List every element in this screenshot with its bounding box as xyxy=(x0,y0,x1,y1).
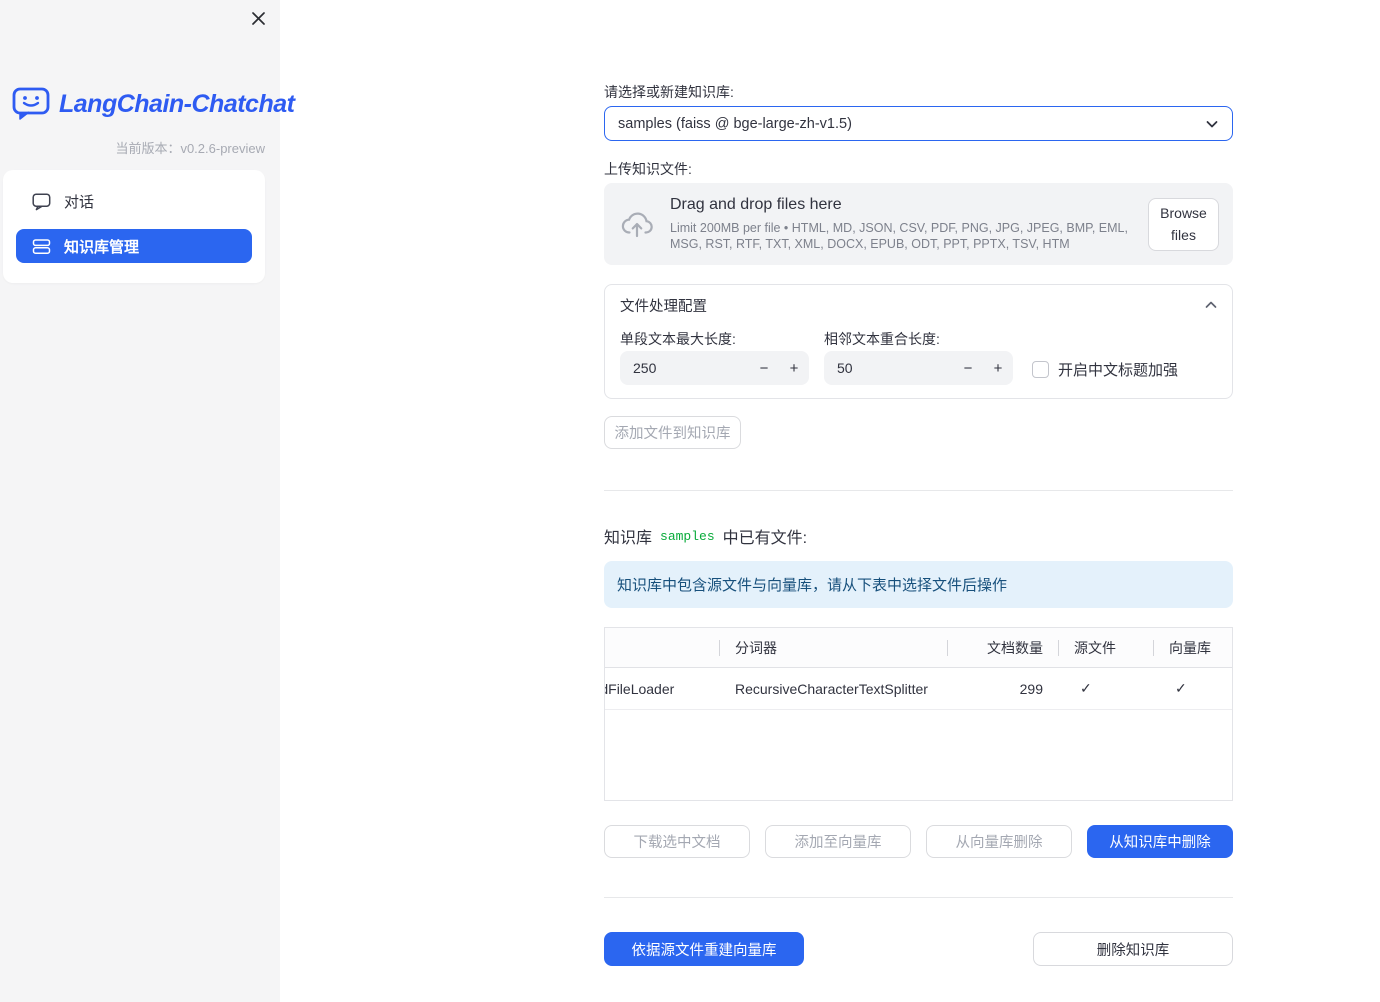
column-header-loader[interactable]: 文档加载器 xyxy=(605,628,720,667)
kb-name-code: samples xyxy=(660,528,715,544)
chunk-overlap-input: − + xyxy=(824,351,1013,385)
table-header-row: 文档加载器 分词器 文档数量 源文件 向量库 xyxy=(605,628,1232,668)
info-alert-text: 知识库中包含源文件与向量库，请从下表中选择文件后操作 xyxy=(617,577,1008,594)
delete-from-vector-store-button[interactable]: 从向量库删除 xyxy=(926,825,1072,858)
add-to-vector-store-button[interactable]: 添加至向量库 xyxy=(765,825,911,858)
column-header-vector-store[interactable]: 向量库 xyxy=(1154,628,1232,667)
kb-files-heading-suffix: 中已有文件: xyxy=(722,530,808,547)
chunk-overlap-label: 相邻文本重合长度: xyxy=(824,331,940,347)
zh-title-enhance-label: 开启中文标题加强 xyxy=(1058,362,1179,379)
cloud-upload-icon xyxy=(620,209,654,239)
app-logo: LangChain-Chatchat xyxy=(12,86,295,122)
chunk-overlap-plus-button[interactable]: + xyxy=(983,351,1013,385)
info-alert: 知识库中包含源文件与向量库，请从下表中选择文件后操作 xyxy=(604,561,1233,608)
zh-title-enhance-row[interactable]: 开启中文标题加强 xyxy=(1032,359,1178,380)
uploader-limit-text: Limit 200MB per file • HTML, MD, JSON, C… xyxy=(670,220,1128,251)
cell-vector-store-check: ✓ xyxy=(1175,680,1187,696)
sidebar: LangChain-Chatchat 当前版本：v0.2.6-preview 对… xyxy=(0,0,295,1002)
kb-files-table[interactable]: 文档加载器 分词器 文档数量 源文件 向量库 UnstructuredFileL… xyxy=(604,627,1233,801)
app-page: LangChain-Chatchat 当前版本：v0.2.6-preview 对… xyxy=(0,0,1380,1002)
column-header-docs-count[interactable]: 文档数量 xyxy=(948,628,1059,667)
close-icon xyxy=(251,11,266,26)
chevron-up-icon xyxy=(1204,298,1218,312)
stack-icon xyxy=(32,237,51,256)
column-header-splitter[interactable]: 分词器 xyxy=(720,628,948,667)
sidebar-menu: 对话 知识库管理 xyxy=(3,170,265,283)
version-label: 当前版本： xyxy=(115,141,181,156)
kb-select-value: samples (faiss @ bge-large-zh-v1.5) xyxy=(618,115,852,132)
cell-source-file-check: ✓ xyxy=(1080,680,1092,696)
uploader-texts: Drag and drop files here Limit 200MB per… xyxy=(670,196,1138,253)
chevron-down-icon xyxy=(1204,116,1220,132)
sidebar-close-button[interactable] xyxy=(244,4,272,32)
kb-select[interactable]: samples (faiss @ bge-large-zh-v1.5) xyxy=(604,106,1233,141)
file-uploader-dropzone[interactable]: Drag and drop files here Limit 200MB per… xyxy=(604,183,1233,265)
chunk-size-minus-button[interactable]: − xyxy=(749,351,779,385)
kb-files-heading: 知识库 samples 中已有文件: xyxy=(604,524,807,548)
divider xyxy=(604,490,1233,491)
cell-loader: UnstructuredFileLoader xyxy=(605,680,675,697)
app-title: LangChain-Chatchat xyxy=(59,89,295,118)
chunk-overlap-minus-button[interactable]: − xyxy=(953,351,983,385)
column-header-source-file[interactable]: 源文件 xyxy=(1059,628,1154,667)
chat-icon xyxy=(32,192,51,211)
table-row[interactable]: UnstructuredFileLoader RecursiveCharacte… xyxy=(605,668,1232,710)
file-config-expander-header[interactable]: 文件处理配置 xyxy=(605,285,1232,325)
cell-splitter: RecursiveCharacterTextSplitter xyxy=(735,680,928,697)
chat-bubble-logo-icon xyxy=(12,87,51,121)
chunk-overlap-value[interactable] xyxy=(824,360,953,376)
divider xyxy=(604,897,1233,898)
chunk-size-value[interactable] xyxy=(620,360,749,376)
delete-kb-button[interactable]: 删除知识库 xyxy=(1033,932,1233,966)
version-info: 当前版本：v0.2.6-preview xyxy=(0,138,265,157)
kb-files-heading-prefix: 知识库 xyxy=(604,530,653,547)
browse-files-button[interactable]: Browse files xyxy=(1148,197,1219,251)
cell-docs-count: 299 xyxy=(1019,680,1043,697)
version-value: v0.2.6-preview xyxy=(180,141,265,156)
file-config-title: 文件处理配置 xyxy=(620,298,707,315)
sidebar-item-label: 对话 xyxy=(64,193,95,211)
sidebar-item-knowledge-base[interactable]: 知识库管理 xyxy=(16,229,252,263)
kb-select-label: 请选择或新建知识库: xyxy=(604,84,734,100)
sidebar-item-label: 知识库管理 xyxy=(64,238,140,256)
sidebar-item-dialogue[interactable]: 对话 xyxy=(16,184,252,218)
upload-label: 上传知识文件: xyxy=(604,161,692,177)
chunk-size-label: 单段文本最大长度: xyxy=(620,331,736,347)
chunk-size-plus-button[interactable]: + xyxy=(779,351,809,385)
add-files-to-kb-button[interactable]: 添加文件到知识库 xyxy=(604,416,741,449)
delete-from-kb-button[interactable]: 从知识库中删除 xyxy=(1087,825,1233,858)
chunk-size-input: − + xyxy=(620,351,809,385)
uploader-drop-text: Drag and drop files here xyxy=(670,195,842,213)
file-config-expander: 文件处理配置 单段文本最大长度: 相邻文本重合长度: − + − + 开启中文标… xyxy=(604,284,1233,399)
zh-title-enhance-checkbox[interactable] xyxy=(1032,361,1049,378)
rebuild-vector-store-button[interactable]: 依据源文件重建向量库 xyxy=(604,932,804,966)
download-selected-docs-button[interactable]: 下载选中文档 xyxy=(604,825,750,858)
